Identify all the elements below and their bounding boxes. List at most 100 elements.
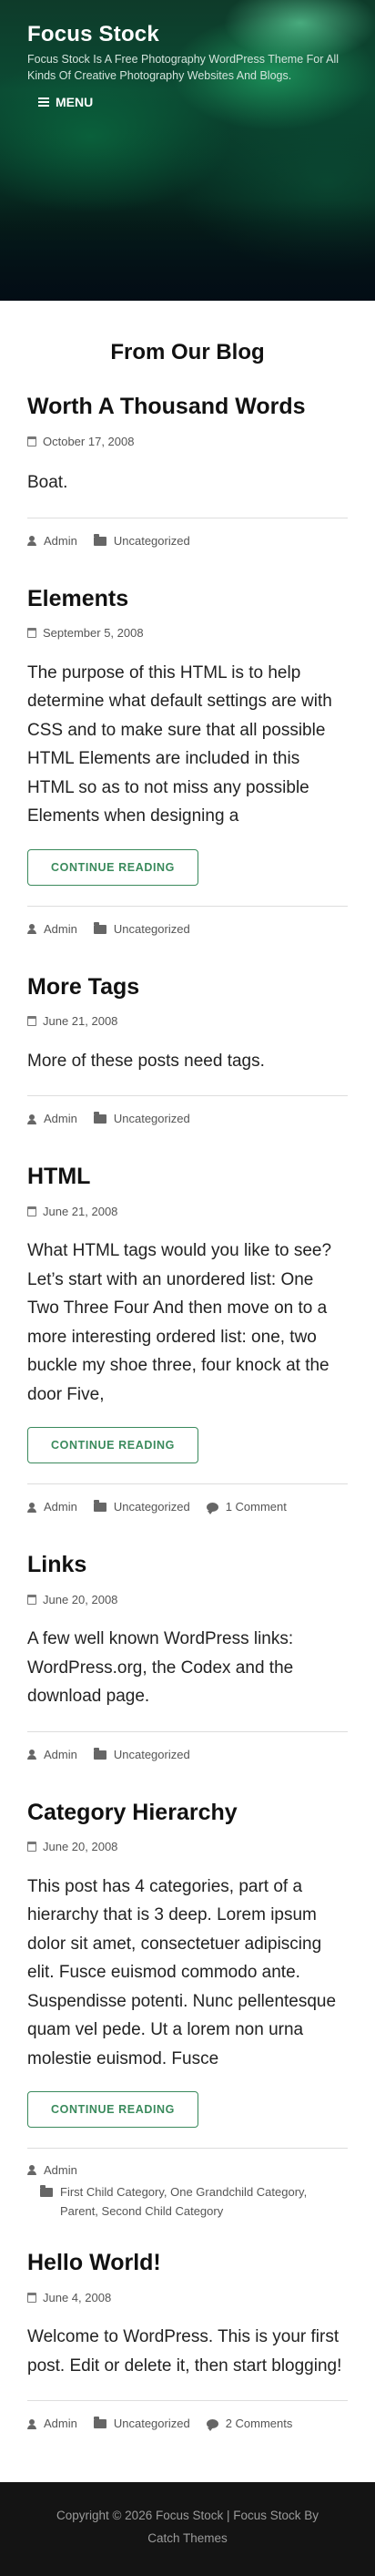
- entry-meta: Admin Uncategorized: [27, 1111, 348, 1127]
- calendar-icon: [27, 1594, 36, 1605]
- post-title[interactable]: Elements: [27, 584, 348, 613]
- entry-date: June 4, 2008: [27, 2290, 348, 2304]
- site-title[interactable]: Focus Stock: [27, 22, 159, 47]
- user-icon: [27, 1502, 36, 1513]
- continue-reading-button[interactable]: CONTINUE READING: [27, 1427, 198, 1463]
- category-link[interactable]: Uncategorized: [114, 533, 190, 549]
- post-date-link[interactable]: September 5, 2008: [43, 626, 144, 640]
- post: HTML June 21, 2008 What HTML tags would …: [27, 1162, 348, 1515]
- post-date-link[interactable]: June 4, 2008: [43, 2291, 111, 2304]
- post-title[interactable]: Category Hierarchy: [27, 1798, 348, 1827]
- post: More Tags June 21, 2008 More of these po…: [27, 972, 348, 1128]
- copyright-text: Copyright © 2026 Focus Stock | Focus Sto…: [56, 2509, 319, 2545]
- continue-reading-button[interactable]: CONTINUE READING: [27, 848, 198, 886]
- entry-meta: Admin First Child Category, One Grandchi…: [27, 2163, 348, 2221]
- post: Worth A Thousand Words October 17, 2008 …: [27, 392, 348, 549]
- calendar-icon: [27, 2292, 36, 2303]
- entry-meta: Admin Uncategorized 1 Comment: [27, 1499, 348, 1515]
- divider: [27, 1730, 348, 1732]
- menu-label: MENU: [56, 95, 94, 109]
- category-link[interactable]: Uncategorized: [114, 2416, 190, 2432]
- post-date-link[interactable]: June 21, 2008: [43, 1205, 117, 1218]
- menu-toggle-button[interactable]: MENU: [38, 95, 93, 109]
- divider: [27, 905, 348, 907]
- post-date-link[interactable]: June 20, 2008: [43, 1593, 117, 1606]
- post-excerpt: Boat.: [27, 473, 68, 492]
- divider: [27, 1483, 348, 1484]
- comment-icon: [206, 2419, 218, 2431]
- user-icon: [27, 924, 36, 934]
- post-date-link[interactable]: June 21, 2008: [43, 1014, 117, 1028]
- post-title[interactable]: More Tags: [27, 972, 348, 1001]
- entry-date: June 21, 2008: [27, 1204, 348, 1218]
- calendar-icon: [27, 628, 36, 638]
- entry-date: October 17, 2008: [27, 434, 348, 448]
- entry-meta: Admin Uncategorized: [27, 921, 348, 938]
- entry-meta: Admin Uncategorized: [27, 1747, 348, 1763]
- post-title[interactable]: Hello World!: [27, 2248, 348, 2277]
- folder-icon: [93, 2417, 106, 2428]
- entry-date: June 20, 2008: [27, 1592, 348, 1606]
- post-excerpt: What HTML tags would you like to see? Le…: [27, 1241, 332, 1404]
- entry-date: September 5, 2008: [27, 626, 348, 641]
- post-excerpt: This post has 4 categories, part of a hi…: [27, 1876, 337, 2068]
- author-link[interactable]: Admin: [44, 2163, 77, 2177]
- calendar-icon: [27, 1842, 36, 1852]
- post-title[interactable]: Links: [27, 1550, 348, 1579]
- category-link[interactable]: Uncategorized: [114, 1499, 190, 1515]
- folder-icon: [93, 921, 106, 934]
- calendar-icon: [27, 1206, 36, 1216]
- author-link[interactable]: Admin: [44, 921, 77, 938]
- entry-date: June 20, 2008: [27, 1840, 348, 1854]
- user-icon: [27, 1114, 36, 1124]
- calendar-icon: [27, 1016, 36, 1026]
- post-excerpt: More of these posts need tags.: [27, 1051, 265, 1071]
- author-link[interactable]: Admin: [44, 1111, 77, 1127]
- site-footer: Copyright © 2026 Focus Stock | Focus Sto…: [0, 2482, 375, 2576]
- post-date-link[interactable]: June 20, 2008: [43, 1840, 117, 1853]
- divider: [27, 2148, 348, 2149]
- entry-date: June 21, 2008: [27, 1014, 348, 1029]
- post-excerpt: The purpose of this HTML is to help dete…: [27, 662, 332, 826]
- post-excerpt: Welcome to WordPress. This is your first…: [27, 2327, 342, 2376]
- calendar-icon: [27, 436, 36, 446]
- entry-meta: Admin Uncategorized: [27, 533, 348, 549]
- folder-icon: [93, 1747, 106, 1760]
- post-title[interactable]: Worth A Thousand Words: [27, 392, 348, 421]
- site-header: Focus Stock Focus Stock Is A Free Photog…: [0, 0, 375, 301]
- author-link[interactable]: Admin: [44, 1747, 77, 1763]
- folder-icon: [93, 1112, 106, 1124]
- author-link[interactable]: Admin: [44, 2416, 77, 2432]
- divider: [27, 1095, 348, 1096]
- category-link[interactable]: Uncategorized: [114, 1111, 190, 1127]
- site-description: Focus Stock Is A Free Photography WordPr…: [27, 53, 340, 82]
- blog-content: From Our Blog Worth A Thousand Words Oct…: [0, 339, 375, 2432]
- entry-meta: Admin Uncategorized 2 Comments: [27, 2416, 348, 2432]
- continue-reading-button[interactable]: CONTINUE READING: [27, 2091, 198, 2128]
- comments-link[interactable]: 1 Comment: [226, 1499, 287, 1515]
- user-icon: [27, 536, 36, 546]
- author-link[interactable]: Admin: [44, 1499, 77, 1515]
- category-link[interactable]: Uncategorized: [114, 1747, 190, 1763]
- divider: [27, 2400, 348, 2401]
- folder-icon: [93, 1500, 106, 1512]
- comment-icon: [206, 1503, 218, 1514]
- section-title: From Our Blog: [110, 340, 265, 364]
- folder-icon: [93, 533, 106, 546]
- author-link[interactable]: Admin: [44, 533, 77, 549]
- post: Elements September 5, 2008 The purpose o…: [27, 584, 348, 938]
- category-link[interactable]: Uncategorized: [114, 921, 190, 938]
- post: Links June 20, 2008 A few well known Wor…: [27, 1550, 348, 1763]
- post-title[interactable]: HTML: [27, 1162, 348, 1191]
- user-icon: [27, 1750, 36, 1760]
- post-excerpt: A few well known WordPress links: WordPr…: [27, 1629, 294, 1706]
- user-icon: [27, 2418, 36, 2429]
- user-icon: [27, 2165, 36, 2175]
- post: Hello World! June 4, 2008 Welcome to Wor…: [27, 2248, 348, 2432]
- hamburger-icon: [38, 97, 49, 107]
- post: Category Hierarchy June 20, 2008 This po…: [27, 1798, 348, 2222]
- comments-link[interactable]: 2 Comments: [226, 2416, 293, 2432]
- post-date-link[interactable]: October 17, 2008: [43, 435, 134, 448]
- folder-icon: [40, 2185, 53, 2197]
- category-links[interactable]: First Child Category, One Grandchild Cat…: [60, 2182, 348, 2221]
